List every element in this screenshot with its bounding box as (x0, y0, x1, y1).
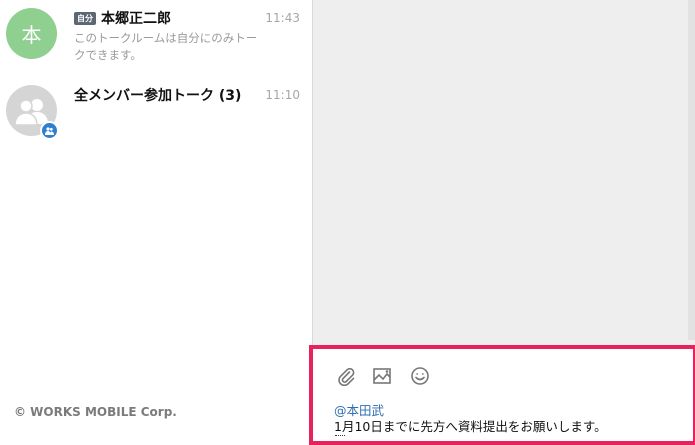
group-badge-icon (40, 121, 59, 140)
message-composer: @本田武 1月10日までに先方へ資料提出をお願いします。 (309, 345, 695, 445)
avatar: 本 (6, 8, 57, 59)
scrollbar[interactable] (688, 0, 695, 340)
attach-icon[interactable] (335, 365, 357, 387)
talk-preview: このトークルームは自分にのみトークできます。 (74, 31, 258, 62)
talk-item-self[interactable]: 本 自分 本郷正二郎 11:43 このトークルームは自分にのみトークできます。 (0, 0, 312, 80)
talk-name: 自分 本郷正二郎 (74, 8, 171, 28)
avatar-letter: 本 (21, 23, 42, 47)
talk-name-text: 本郷正二郎 (101, 11, 171, 27)
talk-name: 全メンバー参加トーク (3) (74, 88, 242, 104)
talk-time: 11:43 (265, 11, 300, 25)
message-input-text[interactable]: 1月10日までに先方へ資料提出をお願いします。 (334, 416, 607, 435)
text-cursor (335, 435, 345, 439)
talk-item-all-members[interactable]: 全メンバー参加トーク (3) 11:10 (0, 80, 312, 160)
self-badge: 自分 (74, 12, 96, 25)
emoji-icon[interactable] (409, 365, 431, 387)
copyright-text: © WORKS MOBILE Corp. (14, 405, 177, 419)
talk-time: 11:10 (265, 88, 300, 102)
group-people-icon (13, 98, 48, 126)
talk-list-pane: 本 自分 本郷正二郎 11:43 このトークルームは自分にのみトークできます。 全… (0, 0, 312, 441)
image-icon[interactable] (371, 365, 393, 387)
